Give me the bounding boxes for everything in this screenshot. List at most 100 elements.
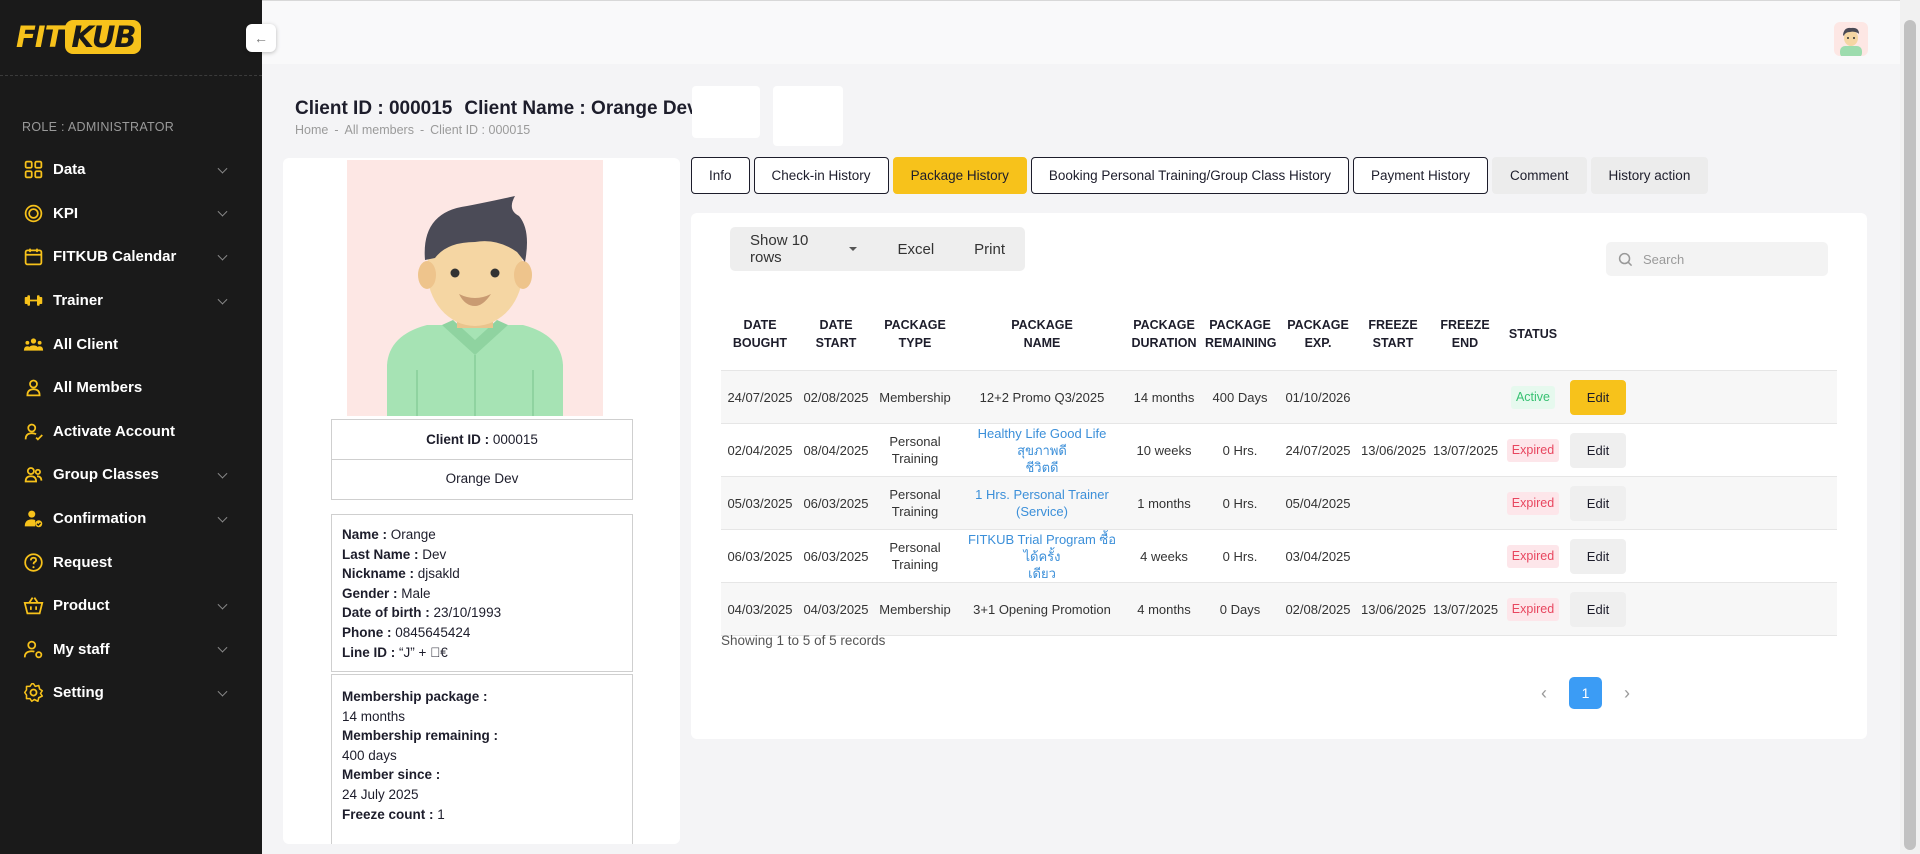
date-bought-cell: 05/03/2025 [727, 495, 793, 511]
sidebar-item-label: Request [53, 553, 113, 571]
package-name-line[interactable]: ชีวิตดี [961, 459, 1123, 476]
package-name-cell[interactable]: FITKUB Trial Program ซื้อได้ครั้ง เดียว [957, 531, 1127, 582]
header-blank-box [692, 86, 760, 138]
membership-package-value: 14 months [342, 708, 406, 724]
package-type-line: Personal [889, 540, 941, 555]
sidebar-item-confirmation[interactable]: Confirmation [0, 497, 262, 541]
detail-key: Gender : [342, 585, 398, 601]
table-toolbar: Show 10 rows Excel Print [730, 227, 1025, 271]
package-remaining-cell: 0 Hrs. [1222, 495, 1258, 511]
sidebar-item-all-client[interactable]: All Client [0, 322, 262, 366]
tab-package-history[interactable]: Package History [892, 157, 1027, 194]
edit-cell: Edit [1565, 485, 1631, 521]
logo-text-right: KUB [65, 20, 142, 54]
detail-value: 0845645424 [395, 624, 471, 640]
sidebar-item-data[interactable]: Data [0, 148, 262, 192]
sidebar-item-label: Product [53, 597, 110, 615]
tab-check-in-history[interactable]: Check-in History [753, 157, 889, 194]
sidebar-item-activate-account[interactable]: Activate Account [0, 410, 262, 454]
column-header-line: PACKAGE [1011, 318, 1073, 332]
question-circle-icon [22, 551, 44, 573]
chevron-down-icon [217, 250, 228, 261]
date-bought-cell: 02/04/2025 [727, 442, 793, 458]
sidebar-item-label: My staff [53, 640, 110, 658]
date-start-cell: 08/04/2025 [803, 442, 869, 458]
package-remaining-cell: 400 Days [1212, 389, 1268, 405]
sidebar-item-fitkub-calendar[interactable]: FITKUB Calendar [0, 235, 262, 279]
package-name-cell: 3+1 Opening Promotion [957, 601, 1127, 618]
edit-button[interactable]: Edit [1570, 379, 1626, 415]
package-type-line: Personal [889, 487, 941, 502]
breadcrumb-current: Client ID : 000015 [430, 123, 531, 137]
sidebar-item-trainer[interactable]: Trainer [0, 279, 262, 323]
prev-page-icon[interactable]: ‹ [1533, 683, 1555, 704]
edit-button[interactable]: Edit [1570, 432, 1626, 468]
package-history-table: DATE BOUGHT DATE START PACKAGE TYPE PACKAGE NAM… [721, 298, 1837, 636]
breadcrumb-home[interactable]: Home [295, 123, 328, 137]
edit-button[interactable]: Edit [1570, 538, 1626, 574]
detail-key: Nickname : [342, 566, 415, 582]
tab-payment-history[interactable]: Payment History [1353, 157, 1489, 194]
package-name-cell[interactable]: 1 Hrs. Personal Trainer (Service) [957, 486, 1127, 520]
tab-comment[interactable]: Comment [1492, 157, 1587, 194]
excel-button[interactable]: Excel [877, 241, 954, 258]
chevron-down-icon [217, 294, 228, 305]
logo-text-left: FIT [16, 20, 64, 54]
show-rows-dropdown[interactable]: Show 10 rows [730, 232, 877, 266]
pagination: ‹ 1 › [1533, 677, 1638, 709]
users-icon [22, 464, 44, 486]
edit-button[interactable]: Edit [1570, 485, 1626, 521]
column-header-line: NAME [1023, 336, 1061, 350]
sidebar-item-request[interactable]: Request [0, 540, 262, 584]
status-badge: Expired [1506, 597, 1560, 621]
date-start-cell: 06/03/2025 [803, 548, 869, 564]
package-type-line: Training [891, 557, 939, 572]
sidebar-item-kpi[interactable]: KPI [0, 192, 262, 236]
column-header: PACKAGE TYPE [873, 316, 957, 352]
fitkub-logo[interactable]: FIT KUB [16, 20, 142, 54]
print-label: Print [974, 240, 1005, 258]
sidebar-item-group-classes[interactable]: Group Classes [0, 453, 262, 497]
chevron-down-icon [217, 207, 228, 217]
next-page-icon[interactable]: › [1616, 683, 1638, 704]
print-button[interactable]: Print [954, 241, 1025, 258]
sidebar-menu: Data KPI FITKUB Calendar Trainer All Client A… [0, 148, 262, 715]
page-scrollbar-thumb[interactable] [1904, 20, 1916, 850]
sidebar-item-my-staff[interactable]: My staff [0, 628, 262, 672]
sidebar-item-setting[interactable]: Setting [0, 671, 262, 715]
sidebar-collapse-button[interactable]: ← [246, 24, 276, 52]
basket-icon [22, 595, 44, 617]
breadcrumb-all-members[interactable]: All members [345, 123, 414, 137]
caret-down-icon [849, 247, 858, 251]
package-duration-cell: 4 weeks [1140, 548, 1188, 564]
user-confirm-icon [22, 508, 44, 530]
date-start-cell: 06/03/2025 [803, 495, 869, 511]
sidebar-item-product[interactable]: Product [0, 584, 262, 628]
search-box [1606, 242, 1828, 276]
sidebar-item-label: Group Classes [53, 466, 159, 484]
package-name-line[interactable]: เดียว [961, 565, 1123, 582]
package-type-line: Personal [889, 434, 941, 449]
package-type-line: Membership [879, 601, 951, 617]
edit-button[interactable]: Edit [1570, 591, 1626, 627]
freeze-count-key: Freeze count : [342, 806, 434, 822]
package-remaining-cell: 0 Hrs. [1222, 442, 1258, 458]
column-header-line: PACKAGE [1287, 318, 1349, 332]
user-avatar[interactable] [1834, 22, 1868, 56]
detail-value: Orange [390, 527, 436, 542]
package-name-cell[interactable]: Healthy Life Good Life สุขภาพดี ชีวิตดี [957, 425, 1127, 476]
package-name-line[interactable]: Healthy Life Good Life สุขภาพดี [961, 425, 1123, 459]
sidebar-item-label: FITKUB Calendar [53, 248, 177, 266]
search-input[interactable] [1643, 251, 1823, 267]
sidebar-item-label: KPI [53, 204, 79, 222]
membership-details: Membership package : 14 months Membershi… [331, 674, 633, 844]
tab-info[interactable]: Info [691, 157, 750, 194]
detail-value: Male [401, 585, 431, 601]
sidebar-item-all-members[interactable]: All Members [0, 366, 262, 410]
tab-history-action[interactable]: History action [1590, 157, 1709, 194]
package-name-line[interactable]: 1 Hrs. Personal Trainer (Service) [961, 486, 1123, 520]
page-number-button[interactable]: 1 [1569, 677, 1602, 709]
package-name-line[interactable]: FITKUB Trial Program ซื้อได้ครั้ง [961, 531, 1123, 565]
tab-booking-personal-training-group-class-history[interactable]: Booking Personal Training/Group Class Hi… [1030, 157, 1349, 194]
table-row: 24/07/2025 02/08/2025 Membership 12+2 Promo… [721, 371, 1837, 424]
